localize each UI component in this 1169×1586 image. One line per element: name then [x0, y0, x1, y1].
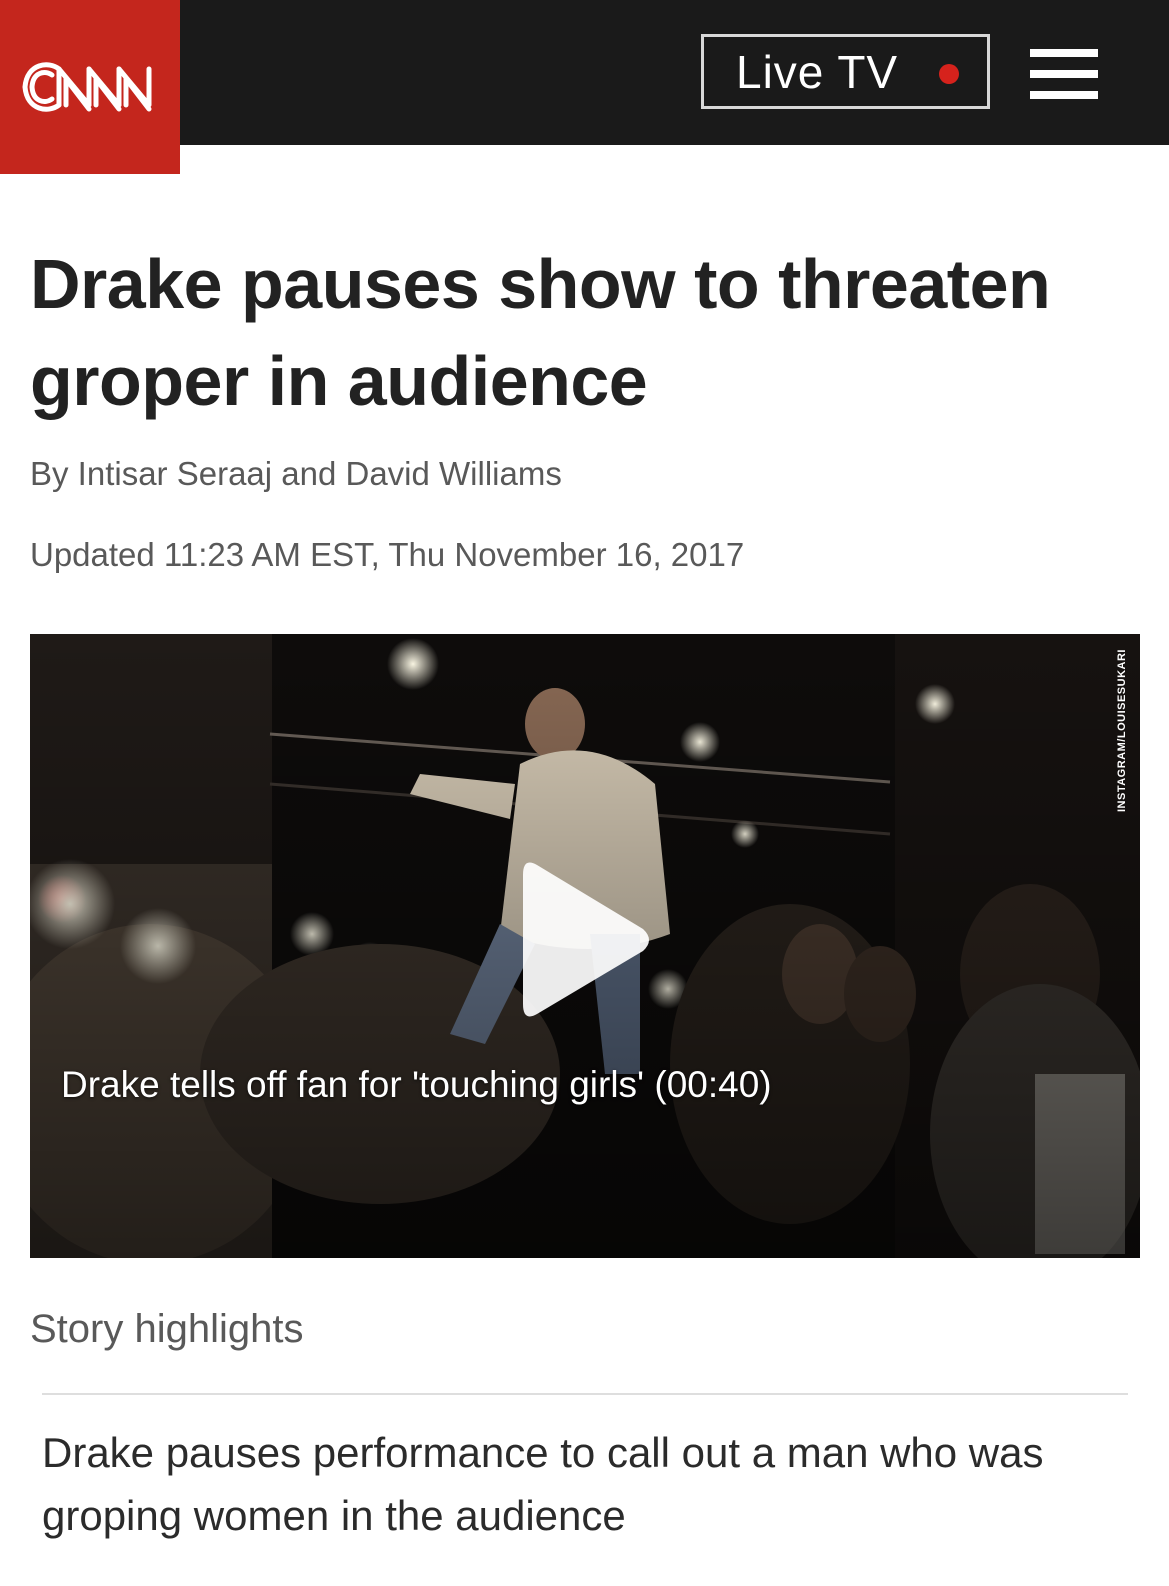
article-timestamp: Updated 11:23 AM EST, Thu November 16, 2…: [30, 536, 745, 573]
divider: [42, 1393, 1128, 1395]
top-nav-bar: Live TV: [0, 0, 1169, 174]
menu-line: [1030, 91, 1098, 99]
video-caption: Drake tells off fan for 'touching girls'…: [61, 1064, 772, 1105]
cnn-logo-icon: [22, 62, 152, 112]
hamburger-menu-icon[interactable]: [1030, 49, 1098, 99]
article-byline: By Intisar Seraaj and David Williams: [30, 455, 562, 492]
live-tv-button[interactable]: Live TV: [701, 34, 990, 109]
story-highlight-item: Drake pauses performance to call out a m…: [42, 1429, 1044, 1539]
menu-line: [1030, 70, 1098, 78]
article-headline: Drake pauses show to threaten groper in …: [30, 245, 1051, 420]
play-icon[interactable]: [519, 857, 654, 1022]
video-player[interactable]: INSTAGRAM/LOUISESUKARI Drake tells off f…: [30, 634, 1140, 1258]
cnn-logo[interactable]: [0, 0, 180, 174]
live-indicator-dot-icon: [939, 64, 959, 84]
video-credit: INSTAGRAM/LOUISESUKARI: [1116, 649, 1128, 812]
live-tv-label: Live TV: [736, 45, 899, 98]
menu-line: [1030, 49, 1098, 57]
story-highlights-title: Story highlights: [30, 1307, 304, 1351]
